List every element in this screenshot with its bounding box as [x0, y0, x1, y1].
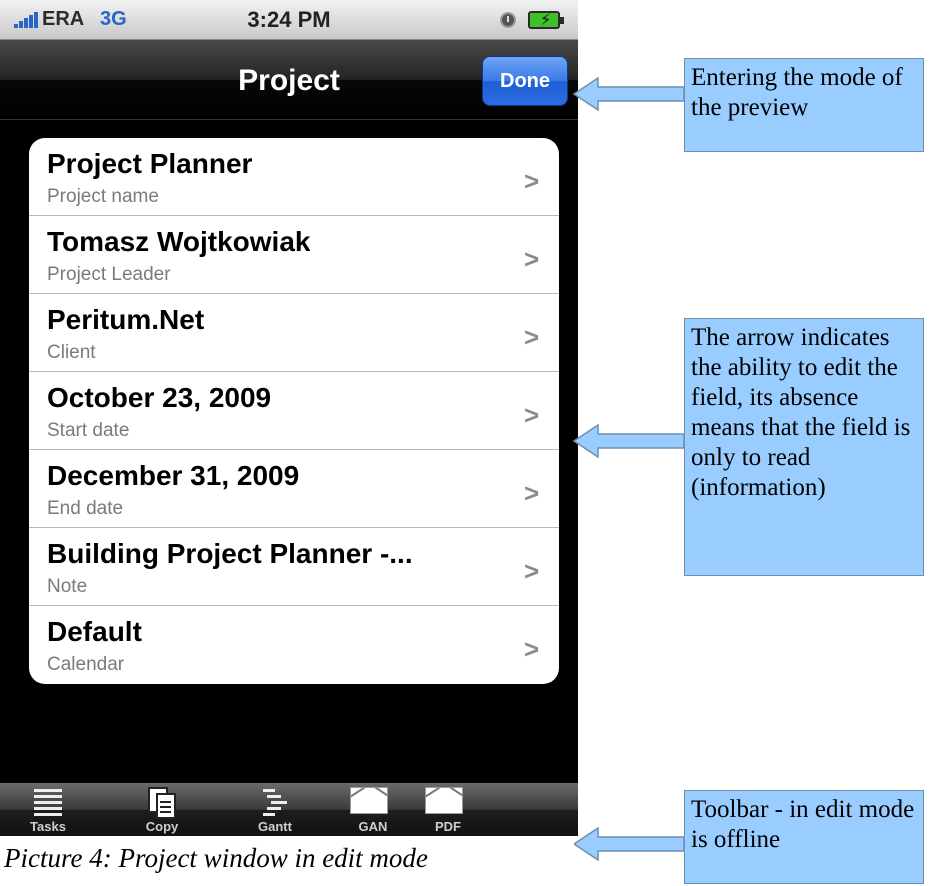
- toolbar-label: PDF: [435, 819, 461, 834]
- row-value: Default: [47, 616, 142, 647]
- row-value: Peritum.Net: [47, 304, 205, 335]
- callout-toolbar: Toolbar - in edit mode is offline: [684, 790, 924, 884]
- chevron-right-icon: >: [524, 556, 540, 586]
- row-value: Tomasz Wojtkowiak: [47, 226, 311, 257]
- envelope-icon: [350, 787, 388, 814]
- row-label: Client: [47, 342, 96, 363]
- navigation-bar: Project Done: [0, 40, 578, 120]
- figure-caption: Picture 4: Project window in edit mode: [4, 836, 574, 886]
- gantt-chart-icon: [263, 787, 289, 816]
- callout-arrow-icon: [572, 76, 685, 112]
- project-fields-list: Project Planner Project name > Tomasz Wo…: [29, 138, 559, 684]
- row-label: Project name: [47, 186, 159, 207]
- battery-charging-icon: ⚡: [528, 11, 564, 29]
- toolbar-label: Gantt: [258, 819, 292, 834]
- callout-arrow-icon: [572, 423, 685, 459]
- toolbar-gan-button[interactable]: GAN: [333, 783, 413, 836]
- envelope-icon: [425, 787, 463, 814]
- done-button[interactable]: Done: [482, 56, 568, 106]
- callout-arrow-icon: [572, 826, 685, 862]
- row-value: October 23, 2009: [47, 382, 272, 413]
- chevron-right-icon: >: [524, 400, 540, 430]
- list-item-end-date[interactable]: December 31, 2009 End date >: [29, 450, 559, 528]
- callout-done-button: Entering the mode of the preview: [684, 58, 924, 152]
- chevron-right-icon: >: [524, 166, 540, 196]
- chevron-right-icon: >: [524, 244, 540, 274]
- status-time: 3:24 PM: [247, 7, 331, 32]
- list-item-start-date[interactable]: October 23, 2009 Start date >: [29, 372, 559, 450]
- row-value: Project Planner: [47, 148, 253, 179]
- row-value: Building Project Planner -...: [47, 538, 413, 569]
- row-label: Note: [47, 576, 88, 597]
- toolbar-label: Copy: [145, 819, 179, 834]
- status-bar: ERA 3G 3:24 PM ⚡: [0, 0, 578, 40]
- toolbar-gantt-button[interactable]: Gantt: [235, 783, 315, 836]
- chevron-right-icon: >: [524, 322, 540, 352]
- list-item-calendar[interactable]: Default Calendar >: [29, 606, 559, 684]
- row-label: Calendar: [47, 654, 125, 675]
- row-value: December 31, 2009: [47, 460, 300, 491]
- bottom-toolbar: Tasks Copy Gantt GAN PDF: [0, 783, 578, 836]
- copy-documents-icon: [148, 787, 178, 819]
- toolbar-copy-button[interactable]: Copy: [122, 783, 202, 836]
- list-lines-icon: [34, 787, 62, 816]
- row-label: Project Leader: [47, 264, 171, 285]
- toolbar-label: Tasks: [30, 819, 66, 834]
- list-item-project-name[interactable]: Project Planner Project name >: [29, 138, 559, 216]
- row-label: End date: [47, 498, 124, 519]
- phone-screen: ERA 3G 3:24 PM ⚡ Project Done Project Pl…: [0, 0, 578, 836]
- list-item-client[interactable]: Peritum.Net Client >: [29, 294, 559, 372]
- row-label: Start date: [47, 420, 130, 441]
- callout-row-arrow: The arrow indicates the ability to edit …: [684, 318, 924, 576]
- chevron-right-icon: >: [524, 478, 540, 508]
- chevron-right-icon: >: [524, 634, 540, 664]
- alarm-clock-icon: [500, 12, 516, 28]
- list-item-project-leader[interactable]: Tomasz Wojtkowiak Project Leader >: [29, 216, 559, 294]
- toolbar-tasks-button[interactable]: Tasks: [8, 783, 88, 836]
- toolbar-pdf-button[interactable]: PDF: [408, 783, 488, 836]
- toolbar-label: GAN: [358, 819, 388, 834]
- list-item-note[interactable]: Building Project Planner -... Note >: [29, 528, 559, 606]
